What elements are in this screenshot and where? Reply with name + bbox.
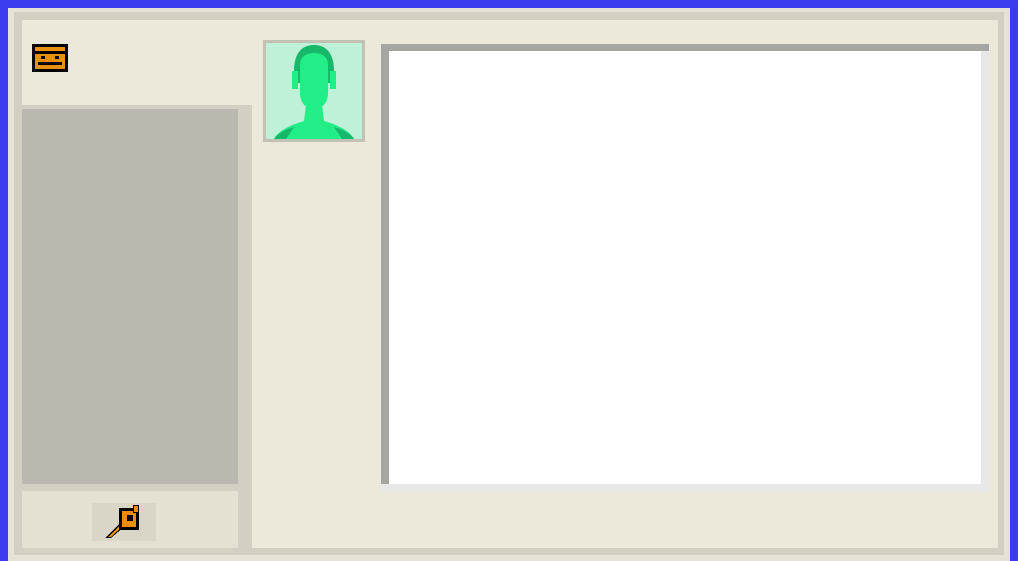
window-surface (22, 20, 998, 548)
avatar-frame (266, 43, 362, 139)
viewer-top-border (381, 44, 989, 51)
settings-button[interactable] (92, 503, 156, 541)
message-viewer (381, 44, 989, 492)
person-silhouette-icon (274, 45, 354, 139)
mail-header (22, 20, 252, 105)
wrench-icon (105, 505, 139, 538)
app-window (8, 8, 1010, 561)
avatar (263, 40, 365, 142)
sidebar (22, 105, 252, 548)
viewer-left-border (381, 44, 389, 484)
mail-icon[interactable] (32, 44, 68, 72)
message-content-area[interactable] (389, 51, 981, 484)
sidebar-footer (22, 491, 238, 548)
window-frame (14, 12, 1004, 555)
contact-list[interactable] (22, 109, 238, 484)
